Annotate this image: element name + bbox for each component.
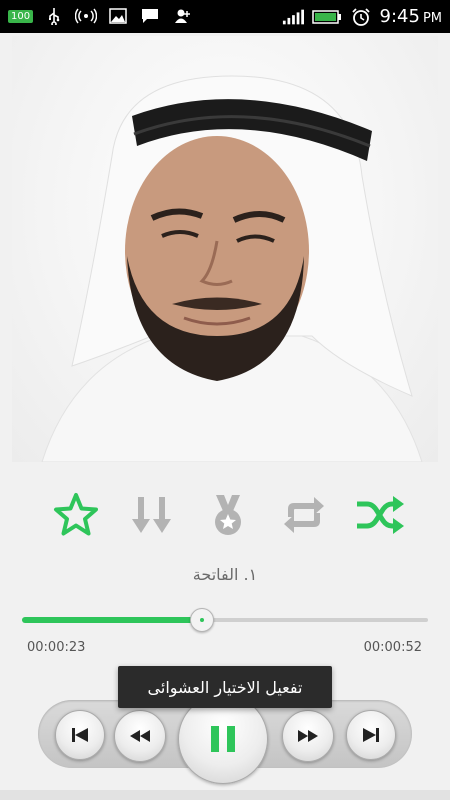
shuffle-icon [357, 496, 404, 534]
status-bar: 100 9:45 PM [0, 0, 450, 33]
medal-icon [215, 495, 241, 535]
reciter-photo [41, 75, 423, 462]
next-track-button[interactable] [346, 710, 396, 760]
fast-forward-button[interactable] [282, 710, 334, 762]
bottom-edge [0, 790, 450, 800]
previous-track-button[interactable] [55, 710, 105, 760]
track-title: ١. الفاتحة [192, 565, 258, 584]
notification-icons: 100 [8, 7, 193, 25]
repeat-button[interactable] [276, 487, 332, 543]
next-track-icon [363, 728, 379, 742]
signal-icon [282, 8, 304, 26]
clock-ampm: PM [422, 11, 442, 26]
system-icons: 9:45 PM [282, 6, 442, 27]
image-icon [107, 7, 129, 25]
elapsed-time: 00:00:23 [27, 640, 86, 655]
seek-progress [22, 617, 201, 623]
battery-notification-icon: 100 [8, 9, 34, 23]
contact-add-icon [171, 7, 193, 25]
alarm-icon [350, 7, 372, 26]
download-icon [132, 497, 171, 533]
fast-forward-icon [298, 730, 318, 742]
reciter-artwork [12, 36, 438, 462]
shuffle-button[interactable] [352, 487, 408, 543]
medal-button[interactable] [200, 487, 256, 543]
favorite-button[interactable] [48, 487, 104, 543]
playback-options-row [48, 485, 408, 545]
star-icon [54, 493, 98, 536]
pause-icon [211, 726, 235, 752]
download-button[interactable] [124, 487, 180, 543]
rewind-icon [130, 730, 150, 742]
seek-bar[interactable] [22, 608, 428, 632]
previous-track-icon [72, 728, 88, 742]
clock-time: 9:45 [379, 6, 420, 27]
battery-icon [311, 8, 342, 26]
hotspot-icon [75, 7, 98, 25]
seek-thumb[interactable] [189, 608, 214, 632]
clock: 9:45 PM [380, 6, 442, 27]
usb-icon [43, 7, 65, 25]
shuffle-toast: تفعيل الاختيار العشوائى [118, 666, 332, 708]
rewind-button[interactable] [114, 710, 166, 762]
message-icon [139, 7, 161, 25]
repeat-icon [284, 497, 324, 533]
total-time: 00:00:52 [363, 640, 422, 655]
